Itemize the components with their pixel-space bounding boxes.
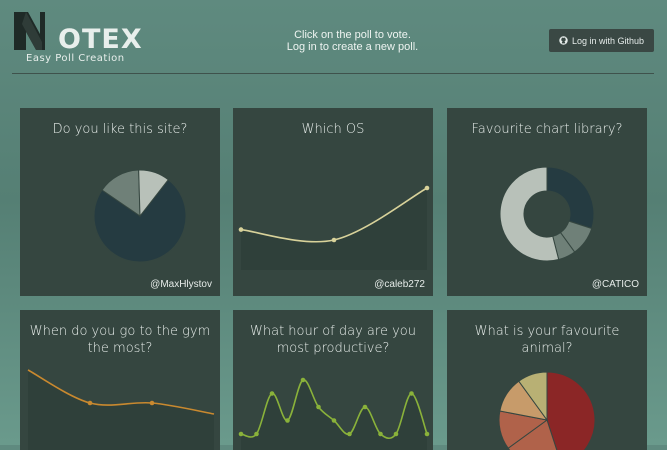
poll-card[interactable]: Favourite chart library? @CATICO [447,108,647,296]
header-message: Click on the poll to vote. Log in to cre… [250,29,455,53]
poll-card[interactable]: When do you go to the gym the most? [20,310,220,450]
poll-card[interactable]: What is your favourite animal? [447,310,647,450]
data-point [393,431,399,437]
brand-tagline: Easy Poll Creation [26,53,125,64]
data-point [347,431,352,437]
data-point [409,391,414,396]
poll-pie-chart [498,371,596,450]
header-line-vote: Click on the poll to vote. [294,29,411,41]
poll-card[interactable]: What hour of day are you most productive… [233,310,433,450]
header-divider [12,73,654,74]
data-point [269,391,275,396]
data-point [87,400,93,406]
brand-logo[interactable]: OTEX Easy Poll Creation [12,8,162,68]
line-area [241,379,427,450]
poll-line-chart [27,369,215,450]
poll-line-chart [238,377,430,450]
poll-author: @MaxHlystov [150,279,212,290]
data-point [316,404,321,410]
header-line-login: Log in to create a new poll. [286,41,419,53]
data-point [300,377,306,383]
poll-author: @caleb272 [374,279,425,290]
data-point [424,431,430,437]
data-point [362,404,368,410]
line-area [28,370,214,450]
poll-donut-chart [499,166,595,262]
line-area [241,188,427,270]
data-point [331,418,337,423]
poll-card[interactable]: Which OS @caleb272 [233,108,433,296]
data-point [331,237,337,243]
data-point [238,431,244,437]
poll-pie-chart [93,169,187,263]
poll-card[interactable]: Do you like this site? @MaxHlystov [20,108,220,296]
data-point [285,418,290,423]
data-point [238,227,244,232]
data-point [254,431,259,437]
brand-name: OTEX [58,24,143,55]
data-point [149,400,155,406]
data-point [424,185,430,191]
poll-line-chart [238,185,430,270]
github-login-button[interactable]: Log in with Github [549,29,654,52]
github-icon [559,36,568,45]
pie-slice [546,371,596,450]
pie-slice [546,166,595,230]
logo-mark-icon [14,12,45,50]
github-login-label: Log in with Github [571,35,645,46]
poll-author: @CATICO [591,279,639,290]
data-point [378,431,383,437]
